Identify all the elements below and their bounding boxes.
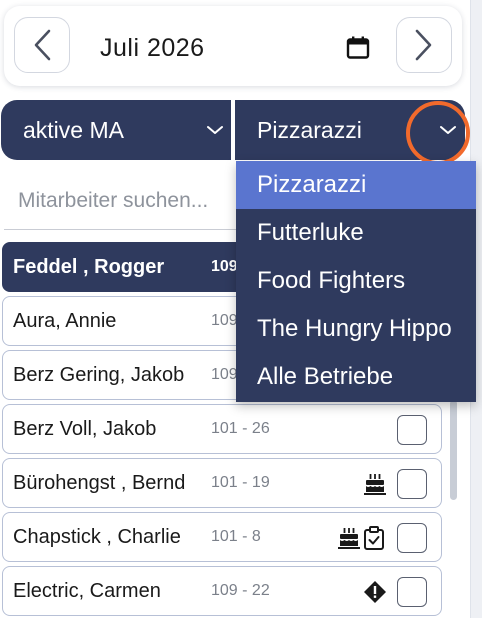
employee-name: Bürohengst , Bernd (13, 471, 186, 494)
row-checkbox[interactable] (397, 523, 427, 553)
dropdown-option-futterluke[interactable]: Futterluke (236, 209, 476, 257)
employee-code: 101 - 19 (211, 474, 270, 491)
row-checkbox[interactable] (397, 469, 427, 499)
employee-row[interactable]: Chapstick , Charlie 101 - 8 (2, 512, 442, 562)
calendar-icon[interactable] (346, 36, 370, 60)
employee-name: Electric, Carmen (13, 579, 161, 602)
birthday-cake-icon (338, 528, 360, 549)
highlight-ring-annotation (406, 101, 470, 165)
employee-name: Feddel , Rogger (13, 255, 165, 278)
dropdown-option-alle-betriebe[interactable]: Alle Betriebe (236, 353, 476, 401)
business-dropdown-menu: Pizzarazzi Futterluke Food Fighters The … (236, 161, 476, 402)
employee-code: 101 - 26 (211, 420, 270, 437)
row-checkbox[interactable] (397, 577, 427, 607)
employee-row[interactable]: Bürohengst , Bernd 101 - 19 (2, 458, 442, 508)
month-value: Juli 2026 (96, 33, 205, 63)
month-navigation: Juli 2026 (4, 6, 462, 86)
employee-code: 101 - 8 (211, 528, 261, 545)
employee-name: Berz Voll, Jakob (13, 417, 157, 440)
row-checkbox[interactable] (397, 415, 427, 445)
clipboard-check-icon (364, 526, 384, 550)
chevron-left-icon (34, 29, 51, 61)
warning-diamond-icon (364, 581, 386, 603)
employee-name: Aura, Annie (13, 309, 117, 332)
employee-filter-value: aktive MA (23, 116, 124, 143)
business-filter-value: Pizzarazzi (257, 116, 362, 143)
dropdown-option-the-hungry-hippo[interactable]: The Hungry Hippo (236, 305, 476, 353)
employee-row[interactable]: Berz Voll, Jakob 101 - 26 (2, 404, 442, 454)
next-month-button[interactable] (396, 17, 452, 73)
dropdown-option-food-fighters[interactable]: Food Fighters (236, 257, 476, 305)
chevron-down-icon (207, 126, 223, 134)
dropdown-option-pizzarazzi[interactable]: Pizzarazzi (236, 161, 476, 209)
employee-code: 109 (211, 312, 238, 329)
employee-row[interactable]: Electric, Carmen 109 - 22 (2, 566, 442, 616)
chevron-right-icon (415, 29, 432, 61)
birthday-cake-icon (364, 474, 386, 495)
employee-code: 109 (211, 258, 238, 275)
employee-filter-select[interactable]: aktive MA (1, 100, 231, 160)
employee-code: 109 (211, 366, 238, 383)
previous-month-button[interactable] (14, 17, 70, 73)
employee-code: 109 - 22 (211, 582, 270, 599)
employee-search-input[interactable] (4, 172, 236, 230)
employee-name: Berz Gering, Jakob (13, 363, 185, 386)
list-scrollbar[interactable] (450, 400, 457, 500)
employee-name: Chapstick , Charlie (13, 525, 181, 548)
month-picker-field[interactable]: Juli 2026 (96, 30, 378, 66)
